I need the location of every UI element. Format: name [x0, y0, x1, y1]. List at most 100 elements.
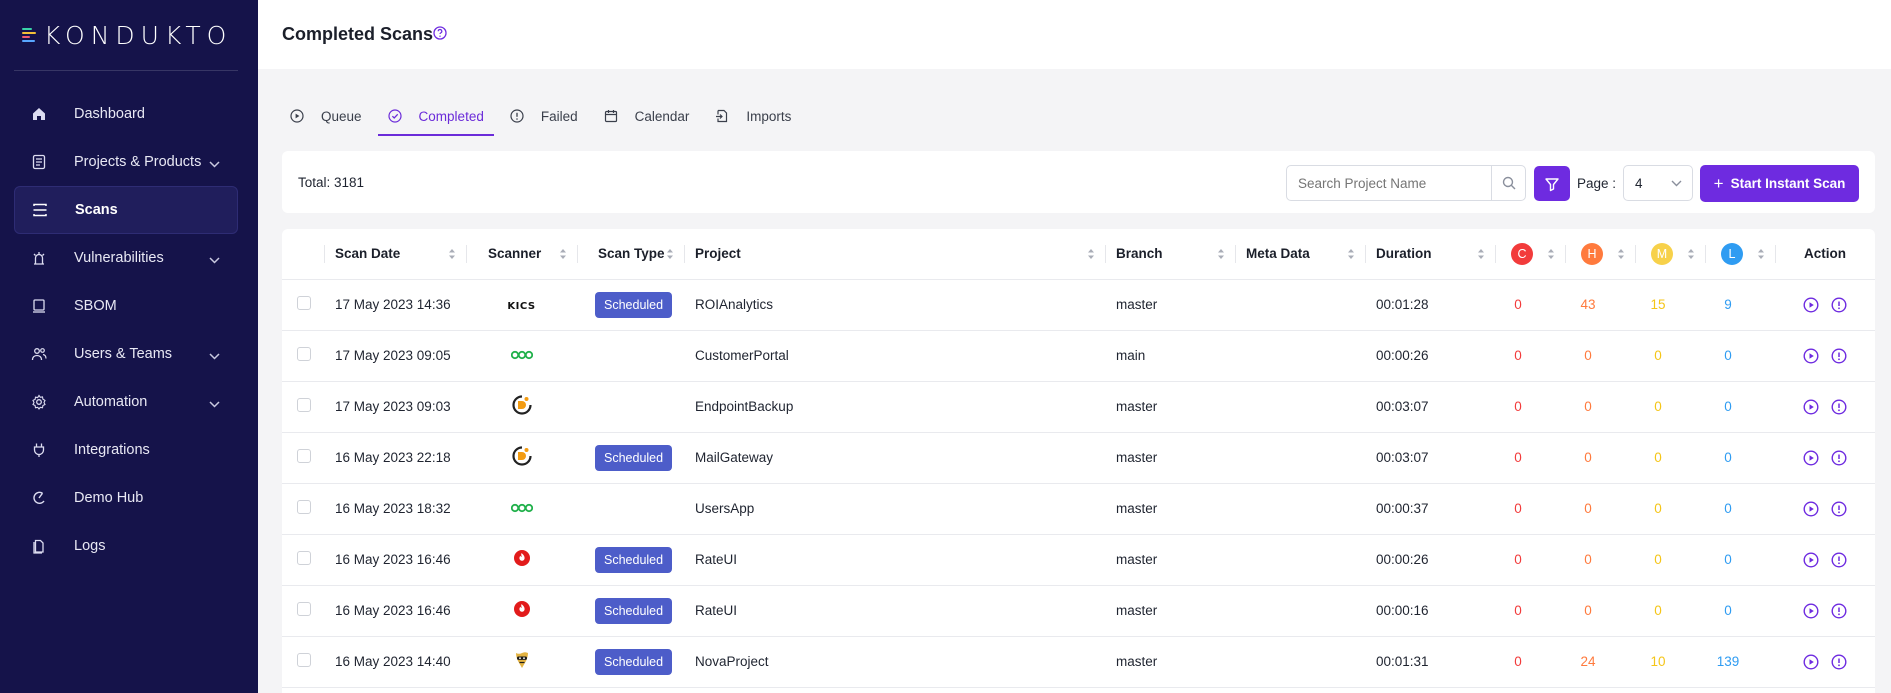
- chevron-down-icon[interactable]: [209, 156, 220, 172]
- sidebar-item-demo-hub[interactable]: Demo Hub: [14, 474, 238, 522]
- rescan-play-icon[interactable]: [1803, 654, 1819, 670]
- scan-date-cell: 16 May 2023 22:18: [324, 432, 466, 484]
- project-cell[interactable]: CustomerPortal: [684, 330, 1105, 382]
- branch-cell: master: [1105, 381, 1235, 433]
- sort-icon[interactable]: [1087, 248, 1095, 263]
- tab-imports[interactable]: Imports: [705, 96, 801, 136]
- table-row[interactable]: 16 May 2023 18:32 UsersApp master 00:00:…: [282, 483, 1875, 535]
- tab-completed[interactable]: Completed: [377, 96, 495, 136]
- scan-details-info-icon[interactable]: [1831, 603, 1847, 619]
- sidebar-item-logs[interactable]: Logs: [14, 522, 238, 570]
- sidebar-item-scans[interactable]: Scans: [14, 186, 238, 234]
- project-cell[interactable]: ROIAnalytics: [684, 279, 1105, 331]
- scan-details-info-icon[interactable]: [1831, 450, 1847, 466]
- project-cell[interactable]: NovaProject: [684, 636, 1105, 688]
- project-header[interactable]: Project: [684, 229, 1105, 280]
- scan-date-header[interactable]: Scan Date: [324, 229, 466, 280]
- search-button[interactable]: [1491, 166, 1525, 200]
- tab-calendar[interactable]: Calendar: [594, 96, 700, 136]
- sidebar-item-users-teams[interactable]: Users & Teams: [14, 330, 238, 378]
- sidebar-item-integrations[interactable]: Integrations: [14, 426, 238, 474]
- sidebar-item-label: SBOM: [74, 298, 117, 314]
- row-checkbox[interactable]: [297, 653, 311, 667]
- critical-header[interactable]: C: [1495, 229, 1565, 280]
- sort-icon[interactable]: [1547, 248, 1555, 263]
- project-cell[interactable]: EndpointBackup: [684, 381, 1105, 433]
- row-checkbox[interactable]: [297, 347, 311, 361]
- sort-icon[interactable]: [666, 248, 674, 263]
- sidebar-item-vulnerabilities[interactable]: Vulnerabilities: [14, 234, 238, 282]
- sort-icon[interactable]: [448, 248, 456, 263]
- sort-icon[interactable]: [1617, 248, 1625, 263]
- scanner-header[interactable]: Scanner: [466, 229, 577, 280]
- sidebar-item-automation[interactable]: Automation: [14, 378, 238, 426]
- start-instant-scan-label: Start Instant Scan: [1730, 176, 1846, 191]
- row-checkbox[interactable]: [297, 398, 311, 412]
- low-header[interactable]: L: [1705, 229, 1775, 280]
- scan-details-info-icon[interactable]: [1831, 552, 1847, 568]
- low-count-cell: 0: [1705, 432, 1775, 484]
- action-header: Action: [1775, 229, 1875, 280]
- project-cell[interactable]: MailGateway: [684, 432, 1105, 484]
- start-instant-scan-button[interactable]: + Start Instant Scan: [1700, 165, 1859, 202]
- sort-icon[interactable]: [1687, 248, 1695, 263]
- chevron-down-icon[interactable]: [209, 348, 220, 364]
- rescan-play-icon[interactable]: [1803, 501, 1819, 517]
- meta-data-header[interactable]: Meta Data: [1235, 229, 1365, 280]
- rescan-play-icon[interactable]: [1803, 552, 1819, 568]
- sidebar-item-projects-products[interactable]: Projects & Products: [14, 138, 238, 186]
- monitor-icon: [30, 297, 48, 315]
- chevron-down-icon[interactable]: [209, 252, 220, 268]
- table-row[interactable]: 17 May 2023 14:36 KICS Scheduled ROIAnal…: [282, 279, 1875, 331]
- chevron-down-icon[interactable]: [209, 396, 220, 412]
- scan-details-info-icon[interactable]: [1831, 654, 1847, 670]
- rescan-play-icon[interactable]: [1803, 348, 1819, 364]
- sort-icon[interactable]: [1217, 248, 1225, 263]
- page-select[interactable]: 4: [1623, 165, 1693, 201]
- medium-header[interactable]: M: [1635, 229, 1705, 280]
- row-checkbox[interactable]: [297, 602, 311, 616]
- project-cell[interactable]: RateUI: [684, 534, 1105, 586]
- table-row[interactable]: 16 May 2023 22:18 Scheduled MailGateway …: [282, 432, 1875, 484]
- sort-icon[interactable]: [1347, 248, 1355, 263]
- scan-details-info-icon[interactable]: [1831, 399, 1847, 415]
- scan-type-badge: Scheduled: [595, 546, 673, 573]
- search-input[interactable]: [1287, 166, 1491, 200]
- table-row[interactable]: 17 May 2023 09:05 CustomerPortal main 00…: [282, 330, 1875, 382]
- table-row[interactable]: 16 May 2023 16:46 Scheduled RateUI maste…: [282, 585, 1875, 637]
- sidebar-item-sbom[interactable]: SBOM: [14, 282, 238, 330]
- row-checkbox[interactable]: [297, 449, 311, 463]
- scanner-dependency-check-icon: [511, 395, 532, 415]
- project-cell[interactable]: RateUI: [684, 585, 1105, 637]
- rescan-play-icon[interactable]: [1803, 399, 1819, 415]
- tab-failed[interactable]: Failed: [500, 96, 588, 136]
- logo[interactable]: KONDUKTO: [22, 20, 232, 50]
- rescan-play-icon[interactable]: [1803, 603, 1819, 619]
- project-cell[interactable]: UsersApp: [684, 483, 1105, 535]
- sidebar-item-dashboard[interactable]: Dashboard: [14, 90, 238, 138]
- sort-icon[interactable]: [1757, 248, 1765, 263]
- table-row[interactable]: 17 May 2023 09:03 EndpointBackup master …: [282, 381, 1875, 433]
- scans-table-card: Scan Date Scanner Scan Type Project Bran…: [282, 229, 1875, 693]
- table-row[interactable]: 16 May 2023 14:40 Scheduled NovaProject …: [282, 636, 1875, 688]
- sort-icon[interactable]: [1477, 248, 1485, 263]
- scan-details-info-icon[interactable]: [1831, 348, 1847, 364]
- row-checkbox[interactable]: [297, 551, 311, 565]
- sort-icon[interactable]: [559, 248, 567, 263]
- row-checkbox[interactable]: [297, 296, 311, 310]
- filter-button[interactable]: [1534, 166, 1570, 201]
- scan-details-info-icon[interactable]: [1831, 501, 1847, 517]
- tab-queue[interactable]: Queue: [280, 96, 372, 136]
- scan-type-header[interactable]: Scan Type: [577, 229, 684, 280]
- page-select-value: 4: [1635, 175, 1643, 191]
- table-row[interactable]: 16 May 2023 16:46 Scheduled RateUI maste…: [282, 534, 1875, 586]
- high-header[interactable]: H: [1565, 229, 1635, 280]
- demo-icon: [30, 489, 48, 507]
- row-checkbox[interactable]: [297, 500, 311, 514]
- branch-header[interactable]: Branch: [1105, 229, 1235, 280]
- scan-details-info-icon[interactable]: [1831, 297, 1847, 313]
- help-icon[interactable]: [433, 26, 447, 45]
- rescan-play-icon[interactable]: [1803, 450, 1819, 466]
- duration-header[interactable]: Duration: [1365, 229, 1495, 280]
- rescan-play-icon[interactable]: [1803, 297, 1819, 313]
